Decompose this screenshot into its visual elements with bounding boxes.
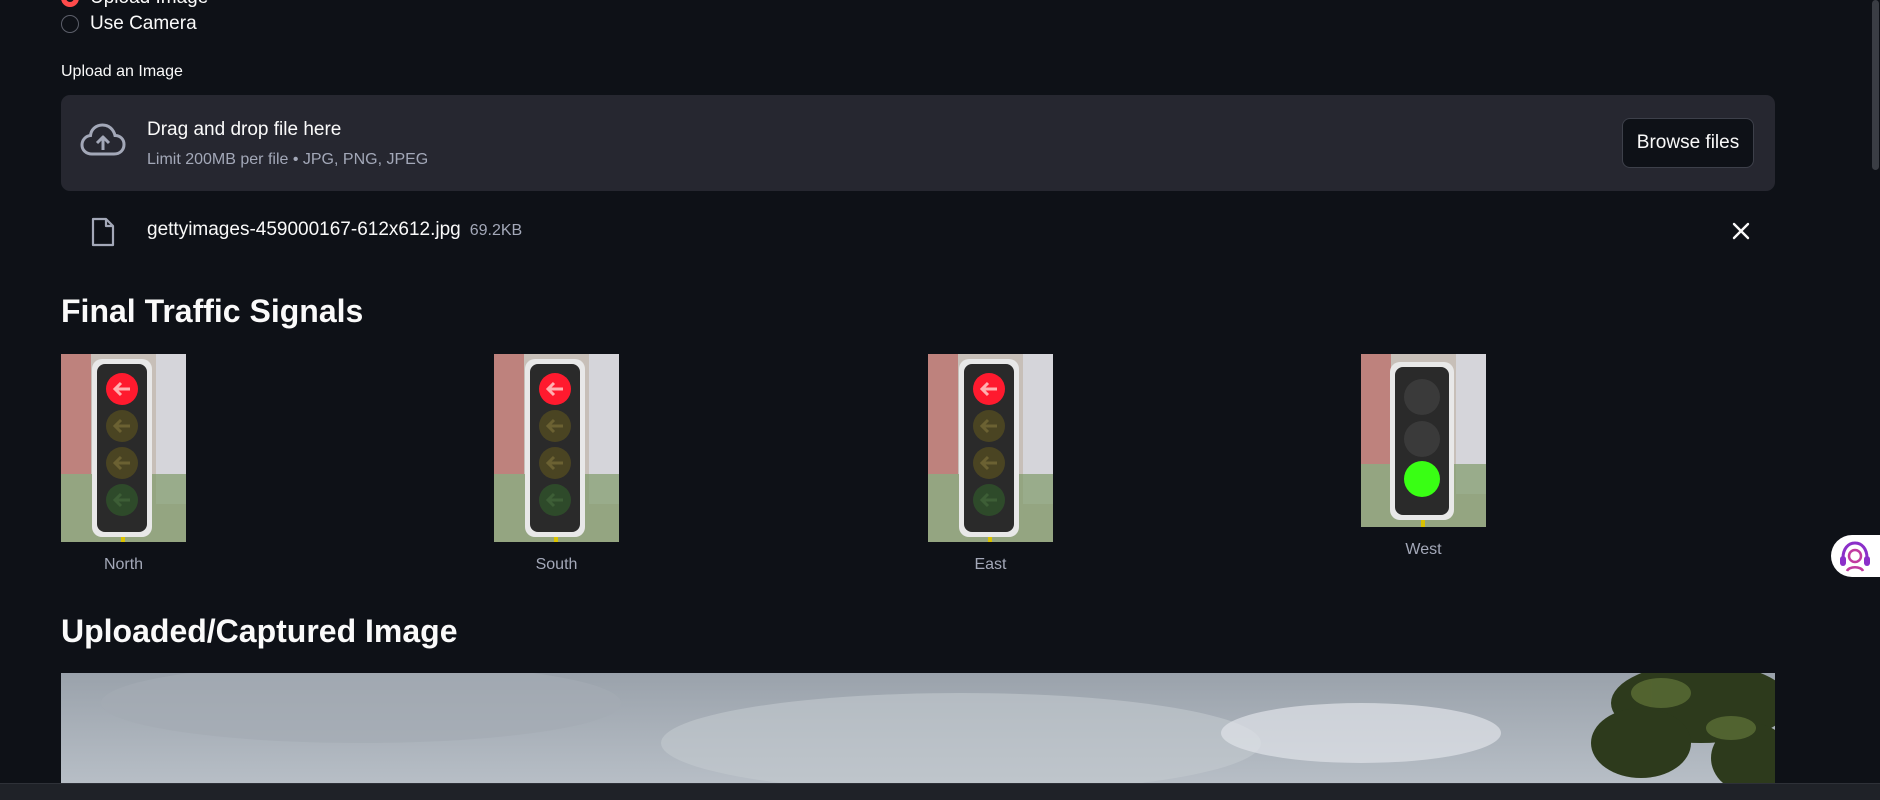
uploaded-file-row: gettyimages-459000167-612x612.jpg 69.2KB	[147, 219, 522, 241]
upload-label: Upload an Image	[61, 63, 183, 80]
file-dropzone[interactable]	[61, 95, 1775, 191]
page-scrollbar[interactable]	[1872, 0, 1879, 170]
radio-unselected-indicator	[61, 15, 79, 33]
help-widget-button[interactable]	[1831, 535, 1880, 577]
file-name: gettyimages-459000167-612x612.jpg	[147, 219, 461, 240]
traffic-light-image-west	[1361, 354, 1486, 527]
signals-heading: Final Traffic Signals	[61, 293, 364, 329]
radio-label-upload: Upload Image	[90, 0, 208, 9]
radio-label-camera: Use Camera	[90, 13, 197, 34]
file-size: 69.2KB	[469, 222, 523, 239]
signal-caption-south: South	[535, 556, 578, 573]
remove-file-icon[interactable]	[1728, 218, 1754, 244]
os-taskbar	[0, 783, 1880, 800]
traffic-light-image-north	[61, 354, 186, 542]
cloud-upload-icon	[80, 123, 126, 156]
signal-card-east: East	[928, 354, 1053, 574]
signal-caption-east: East	[974, 556, 1007, 573]
uploaded-image	[61, 673, 1775, 783]
signal-card-west: West	[1361, 354, 1486, 559]
radio-use-camera[interactable]: Use Camera	[61, 13, 197, 35]
signal-card-south: South	[494, 354, 619, 574]
signal-caption-north: North	[103, 556, 144, 573]
file-icon	[91, 217, 115, 247]
traffic-light-image-south	[494, 354, 619, 542]
uploaded-heading: Uploaded/Captured Image	[61, 613, 458, 649]
radio-upload-image[interactable]: Upload Image	[61, 0, 208, 9]
dropzone-subtitle: Limit 200MB per file • JPG, PNG, JPEG	[147, 151, 429, 168]
browse-files-button[interactable]: Browse files	[1622, 118, 1754, 168]
signal-caption-west: West	[1405, 541, 1442, 558]
signal-card-north: North	[61, 354, 186, 574]
traffic-light-image-east	[928, 354, 1053, 542]
radio-selected-indicator	[61, 0, 79, 7]
headset-icon	[1840, 541, 1870, 572]
dropzone-title: Drag and drop file here	[147, 119, 342, 140]
